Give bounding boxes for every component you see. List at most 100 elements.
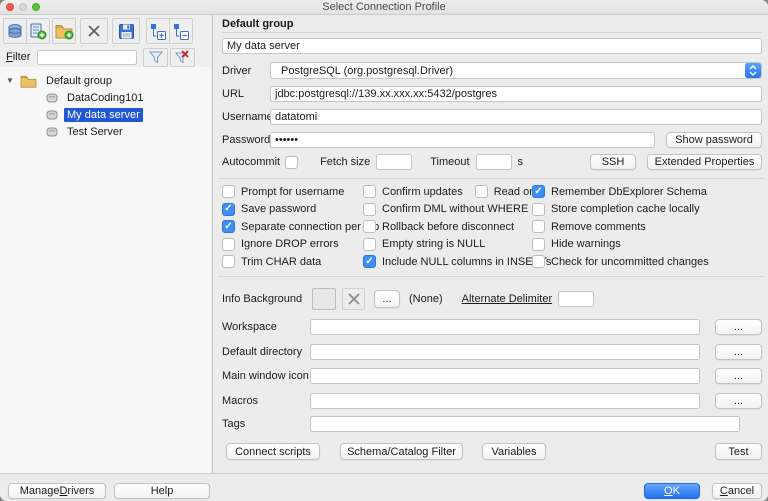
checkbox-box[interactable] — [532, 238, 545, 251]
show-password-button[interactable]: Show password — [666, 132, 762, 148]
clear-filter-button[interactable] — [170, 48, 195, 67]
autocommit-checkbox[interactable] — [285, 156, 298, 169]
checkbox-remember-dbexplorer-schema[interactable]: Remember DbExplorer Schema — [532, 185, 762, 198]
collapse-tree-button[interactable] — [169, 18, 193, 44]
info-background-swatch[interactable] — [312, 288, 336, 310]
filter-input[interactable] — [37, 50, 137, 65]
checkbox-trim-char-data[interactable]: Trim CHAR data — [222, 255, 363, 268]
new-profile-button[interactable] — [3, 18, 27, 44]
info-background-label: Info Background — [222, 293, 310, 305]
tags-input[interactable] — [310, 416, 740, 432]
timeout-input[interactable] — [476, 154, 512, 170]
new-group-button[interactable] — [52, 18, 76, 44]
connect-scripts-button[interactable]: Connect scripts — [226, 443, 320, 460]
checkbox-box[interactable] — [532, 203, 545, 216]
copy-profile-button[interactable] — [26, 18, 50, 44]
title-bar: Select Connection Profile — [0, 0, 768, 15]
save-icon — [118, 23, 135, 40]
checkbox-confirm-dml-without-where[interactable]: Confirm DML without WHERE — [363, 203, 532, 216]
password-input[interactable] — [270, 132, 655, 148]
checkbox-hide-warnings[interactable]: Hide warnings — [532, 238, 762, 251]
checkbox-box[interactable] — [532, 220, 545, 233]
tree-item-my-data-server[interactable]: My data server — [0, 106, 211, 123]
checkbox-label: Trim CHAR data — [241, 256, 321, 268]
profile-list-panel: Filter ▼ Default group — [0, 15, 213, 473]
tree-group-default[interactable]: ▼ Default group — [0, 72, 211, 89]
pick-color-button[interactable]: ... — [374, 290, 400, 308]
checkbox-box[interactable] — [363, 185, 376, 198]
variables-button[interactable]: Variables — [482, 443, 546, 460]
checkbox-prompt-for-username[interactable]: Prompt for username — [222, 185, 363, 198]
workspace-input[interactable] — [310, 319, 700, 335]
test-button[interactable]: Test — [715, 443, 762, 460]
clear-color-button[interactable] — [342, 288, 365, 310]
cancel-button[interactable]: Cancel — [712, 483, 762, 499]
checkbox-box[interactable] — [363, 220, 376, 233]
url-input[interactable] — [270, 86, 762, 102]
checkbox-label: Ignore DROP errors — [241, 238, 339, 250]
checkbox-box[interactable] — [363, 255, 376, 268]
checkbox-box[interactable] — [532, 185, 545, 198]
checkbox-empty-string-is-null[interactable]: Empty string is NULL — [363, 238, 532, 251]
checkbox-remove-comments[interactable]: Remove comments — [532, 220, 762, 233]
delete-profile-button[interactable] — [80, 18, 108, 44]
macros-browse-button[interactable]: ... — [715, 393, 762, 409]
schema-catalog-filter-button[interactable]: Schema/Catalog Filter — [340, 443, 463, 460]
checkbox-confirm-updates[interactable]: Confirm updates — [363, 185, 463, 198]
checkbox-box[interactable] — [475, 185, 488, 198]
main-window-icon-browse-button[interactable]: ... — [715, 368, 762, 384]
tree-item-test-server[interactable]: Test Server — [0, 123, 211, 140]
workspace-label: Workspace — [222, 321, 310, 333]
checkbox-box[interactable] — [363, 238, 376, 251]
dialog-footer: Manage Drivers Help OK Cancel — [0, 473, 768, 501]
ok-button[interactable]: OK — [644, 483, 700, 499]
filter-label: Filter — [6, 51, 30, 63]
help-button[interactable]: Help — [114, 483, 210, 499]
checkbox-box[interactable] — [222, 185, 235, 198]
fetch-size-input[interactable] — [376, 154, 412, 170]
default-directory-browse-button[interactable]: ... — [715, 344, 762, 360]
group-header: Default group — [222, 15, 762, 33]
checkbox-box[interactable] — [222, 255, 235, 268]
ssh-button[interactable]: SSH — [590, 154, 636, 170]
checkbox-save-password[interactable]: Save password — [222, 203, 363, 216]
tree-item-label: DataCoding101 — [64, 91, 146, 105]
manage-drivers-button[interactable]: Manage Drivers — [8, 483, 106, 499]
select-connection-profile-dialog: Select Connection Profile — [0, 0, 768, 501]
save-profiles-button[interactable] — [112, 18, 140, 44]
checkbox-label: Confirm updates — [382, 186, 463, 198]
expand-tree-button[interactable] — [146, 18, 170, 44]
checkbox-box[interactable] — [222, 203, 235, 216]
checkbox-include-null-columns-in-inserts[interactable]: Include NULL columns in INSERTs — [363, 255, 532, 268]
checkbox-box[interactable] — [363, 203, 376, 216]
checkbox-check-for-uncommitted-changes[interactable]: Check for uncommitted changes — [532, 255, 762, 268]
url-label: URL — [222, 88, 270, 100]
clear-filter-icon — [174, 49, 191, 65]
profile-name-input[interactable] — [222, 38, 762, 54]
apply-filter-button[interactable] — [143, 48, 168, 67]
default-directory-row: Default directory ... — [222, 344, 762, 360]
delete-icon — [86, 23, 102, 39]
checkbox-box[interactable] — [222, 238, 235, 251]
checkbox-separate-connection-per-tab[interactable]: Separate connection per tab — [222, 220, 363, 233]
profile-toolbar — [3, 17, 193, 45]
autocommit-row: Autocommit Fetch size Timeout s SSH Exte… — [222, 154, 762, 170]
main-window-icon-input[interactable] — [310, 368, 700, 384]
macros-row: Macros ... — [222, 393, 762, 409]
disclosure-triangle-icon[interactable]: ▼ — [6, 76, 20, 85]
checkbox-box[interactable] — [222, 220, 235, 233]
checkbox-label: Prompt for username — [241, 186, 344, 198]
checkbox-store-completion-cache-locally[interactable]: Store completion cache locally — [532, 203, 762, 216]
extended-properties-button[interactable]: Extended Properties — [647, 154, 762, 170]
username-input[interactable] — [270, 109, 762, 125]
default-directory-input[interactable] — [310, 344, 700, 360]
driver-select[interactable]: PostgreSQL (org.postgresql.Driver) — [270, 62, 762, 79]
checkbox-rollback-before-disconnect[interactable]: Rollback before disconnect — [363, 220, 532, 233]
username-row: Username — [222, 109, 762, 125]
tree-item-datacoding101[interactable]: DataCoding101 — [0, 89, 211, 106]
checkbox-box[interactable] — [532, 255, 545, 268]
checkbox-ignore-drop-errors[interactable]: Ignore DROP errors — [222, 238, 363, 251]
macros-input[interactable] — [310, 393, 700, 409]
alternate-delimiter-input[interactable] — [558, 291, 594, 307]
workspace-browse-button[interactable]: ... — [715, 319, 762, 335]
